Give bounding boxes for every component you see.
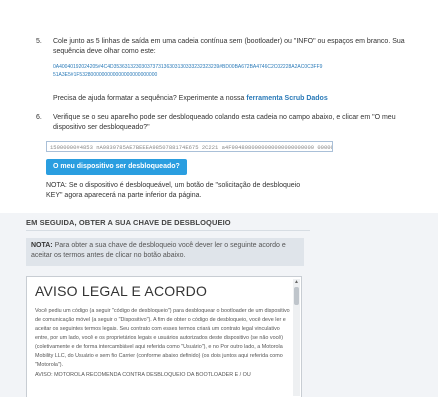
note-label: NOTA: <box>31 242 53 249</box>
agreement-note: NOTA: Para obter a sua chave de desbloqu… <box>26 238 304 266</box>
check-device-button[interactable]: O meu dispositivo ser desbloqueado? <box>46 159 187 175</box>
step-number: 5. <box>36 38 42 45</box>
legal-agreement-box[interactable]: AVISO LEGAL E ACORDO Você pediu um códig… <box>26 276 302 397</box>
scroll-thumb[interactable] <box>294 287 299 305</box>
legal-title: AVISO LEGAL E ACORDO <box>35 283 208 299</box>
step-text: Cole junto as 5 linhas de saída em uma c… <box>53 38 405 55</box>
unlock-data-input[interactable]: 15000000#4853 nA9830785AE7BEEEA985078817… <box>46 141 333 152</box>
section-title: EM SEGUIDA, OBTER A SUA CHAVE DE DESBLOQ… <box>26 218 231 227</box>
page: 5. Cole junto as 5 linhas de saída em um… <box>0 0 438 397</box>
instructions-panel: 5. Cole junto as 5 linhas de saída em um… <box>0 0 438 213</box>
unlockable-note: NOTA: Se o dispositivo é desbloqueável, … <box>46 182 301 199</box>
step-text: Verifique se o seu aparelho pode ser des… <box>53 114 396 131</box>
legal-warning: AVISO: MOTOROLA RECOMENDA CONTRA DESBLOQ… <box>35 372 251 378</box>
steps-list: 5. Cole junto as 5 linhas de saída em um… <box>36 37 416 201</box>
note-text: Para obter a sua chave de desbloqueio vo… <box>31 242 286 259</box>
example-code: 0A40040192024205#4C4D3536313230303737313… <box>53 64 323 78</box>
help-label: Precisa de ajuda formatar a sequência? E… <box>53 95 245 102</box>
step-5: 5. Cole junto as 5 linhas de saída em um… <box>36 37 416 57</box>
scrub-data-link[interactable]: ferramenta Scrub Dados <box>246 95 327 102</box>
help-text: Precisa de ajuda formatar a sequência? E… <box>53 94 416 104</box>
step-6: 6. Verifique se o seu aparelho pode ser … <box>36 113 416 133</box>
divider <box>26 230 310 231</box>
step-number: 6. <box>36 114 42 121</box>
legal-scrollbar[interactable]: ▲ <box>293 279 300 396</box>
scroll-up-arrow-icon[interactable]: ▲ <box>293 279 300 286</box>
legal-paragraph: Você pediu um código (a seguir "código d… <box>35 308 290 368</box>
